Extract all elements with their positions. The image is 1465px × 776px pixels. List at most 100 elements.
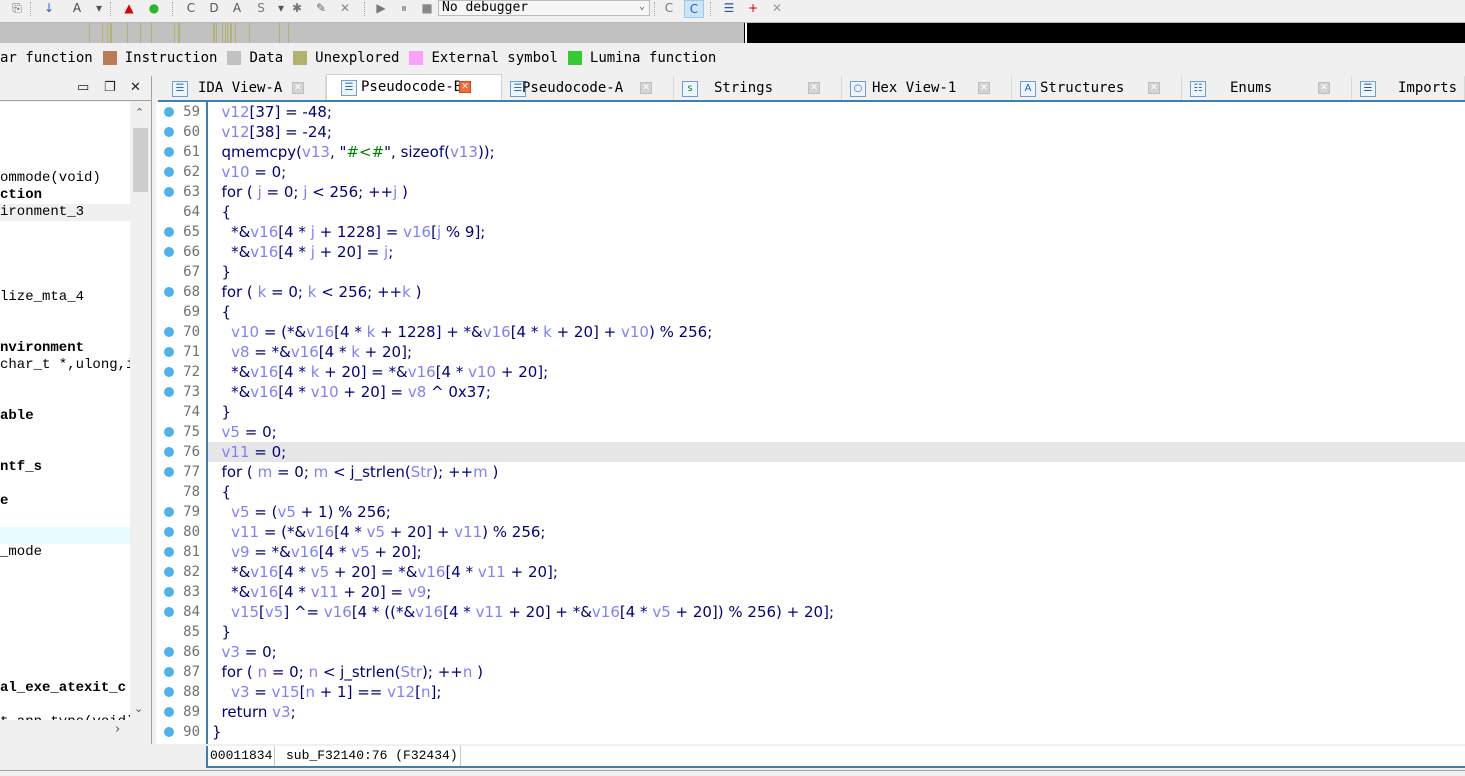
tab-pseudocode-b[interactable]: ☰ Pseudocode-B ✕ — [326, 74, 502, 100]
tab-close-icon[interactable]: ✕ — [292, 82, 304, 94]
function-list-item[interactable]: able — [0, 408, 130, 425]
function-list-item[interactable]: ommode(void) — [0, 170, 130, 187]
code-line[interactable]: *&v16[4 * v5 + 20] = *&v16[4 * v11 + 20]… — [208, 562, 1465, 582]
rename-icon[interactable]: ✎ — [312, 0, 330, 16]
breakpoint-dot-icon[interactable] — [164, 287, 174, 297]
code-line[interactable]: *&v16[4 * j + 1228] = v16[j % 9]; — [208, 222, 1465, 242]
tab-pseudocode-a[interactable]: ☰ Pseudocode-A ✕ — [502, 76, 674, 100]
pseudocode-editor[interactable]: v12[37] = -48; v12[38] = -24; qmemcpy(v1… — [206, 102, 1465, 744]
function-list-item[interactable]: ction — [0, 187, 130, 204]
maximize-icon[interactable]: ▭ — [77, 80, 89, 95]
functions-horizontal-scrollbar[interactable]: › — [0, 720, 130, 742]
breakpoint-dot-icon[interactable] — [164, 527, 174, 537]
warning-icon[interactable]: ▲ — [120, 0, 138, 16]
code-line[interactable]: for ( j = 0; j < 256; ++j ) — [208, 182, 1465, 202]
undefine-icon[interactable]: ✕ — [336, 0, 354, 16]
code-line[interactable]: { — [208, 302, 1465, 322]
code-line[interactable]: { — [208, 482, 1465, 502]
code-line[interactable]: qmemcpy(v13, "#<#", sizeof(v13)); — [208, 142, 1465, 162]
code-line[interactable]: *&v16[4 * v10 + 20] = v8 ^ 0x37; — [208, 382, 1465, 402]
function-list-item[interactable]: e — [0, 493, 130, 510]
breakpoint-dot-icon[interactable] — [164, 247, 174, 257]
tab-structures[interactable]: A Structures ✕ — [1012, 76, 1182, 100]
code-line[interactable]: v12[38] = -24; — [208, 122, 1465, 142]
function-list-item[interactable]: ironment_3 — [0, 204, 130, 221]
navigation-cursor[interactable] — [745, 23, 747, 43]
breakpoint-dot-icon[interactable] — [164, 167, 174, 177]
breakpoint-dot-icon[interactable] — [164, 467, 174, 477]
tab-close-icon[interactable]: ✕ — [640, 82, 652, 94]
scroll-right-icon[interactable]: › — [115, 722, 120, 737]
code-line[interactable]: } — [208, 402, 1465, 422]
add-breakpoint-icon[interactable]: + — [744, 0, 762, 16]
breakpoint-list-icon[interactable]: ☰ — [720, 0, 738, 16]
tab-ida-view-a[interactable]: ☰ IDA View-A ✕ — [164, 76, 326, 100]
function-list-item[interactable]: al_exe_atexit_c — [0, 680, 130, 697]
functions-vertical-scrollbar[interactable]: ⌃ ⌄ — [130, 102, 150, 720]
breakpoint-dot-icon[interactable] — [164, 347, 174, 357]
breakpoint-dot-icon[interactable] — [164, 607, 174, 617]
breakpoint-dot-icon[interactable] — [164, 127, 174, 137]
chevron-down-icon[interactable]: ⌄ — [639, 0, 645, 14]
code-line[interactable]: v5 = 0; — [208, 422, 1465, 442]
decompile-icon[interactable]: C — [660, 0, 678, 16]
make-code-icon[interactable]: C — [182, 0, 200, 16]
debugger-select[interactable]: No debugger ⌄ — [438, 0, 650, 16]
run-green-icon[interactable]: ● — [145, 0, 163, 16]
breakpoint-dot-icon[interactable] — [164, 587, 174, 597]
breakpoint-dot-icon[interactable] — [164, 147, 174, 157]
code-line[interactable]: } — [208, 262, 1465, 282]
tab-enums[interactable]: ☷ Enums ✕ — [1182, 76, 1352, 100]
function-list-item[interactable]: _mode — [0, 544, 130, 561]
scroll-down-icon[interactable]: ⌄ — [134, 702, 143, 715]
code-line[interactable]: v10 = (*&v16[4 * k + 1228] + *&v16[4 * k… — [208, 322, 1465, 342]
code-line[interactable]: v10 = 0; — [208, 162, 1465, 182]
breakpoint-dot-icon[interactable] — [164, 667, 174, 677]
breakpoint-dot-icon[interactable] — [164, 447, 174, 457]
make-string-icon[interactable]: A — [228, 0, 246, 16]
breakpoint-dot-icon[interactable] — [164, 367, 174, 377]
breakpoint-dot-icon[interactable] — [164, 707, 174, 717]
breakpoint-dot-icon[interactable] — [164, 687, 174, 697]
code-line[interactable]: v5 = (v5 + 1) % 256; — [208, 502, 1465, 522]
font-icon[interactable]: A — [68, 0, 86, 16]
code-line[interactable]: { — [208, 202, 1465, 222]
code-line[interactable]: for ( m = 0; m < j_strlen(Str); ++m ) — [208, 462, 1465, 482]
code-line[interactable]: } — [208, 722, 1465, 742]
function-list-item[interactable]: ntf_s — [0, 459, 130, 476]
code-line[interactable]: v8 = *&v16[4 * k + 20]; — [208, 342, 1465, 362]
tab-imports[interactable]: ☰ Imports — [1352, 76, 1465, 100]
function-list-item-selected[interactable] — [0, 527, 130, 544]
breakpoint-dot-icon[interactable] — [164, 107, 174, 117]
code-line[interactable]: v12[37] = -48; — [208, 102, 1465, 122]
tab-close-icon[interactable]: ✕ — [1318, 82, 1330, 94]
breakpoint-dot-icon[interactable] — [164, 327, 174, 337]
navigation-band[interactable] — [0, 22, 1465, 43]
tab-close-icon[interactable]: ✕ — [808, 82, 820, 94]
code-line[interactable]: *&v16[4 * j + 20] = j; — [208, 242, 1465, 262]
code-line[interactable]: v11 = 0; — [208, 442, 1465, 462]
dropdown-arrow-icon[interactable]: ▾ — [90, 0, 108, 16]
breakpoint-dot-icon[interactable] — [164, 547, 174, 557]
breakpoint-dot-icon[interactable] — [164, 227, 174, 237]
restore-icon[interactable]: ❐ — [104, 80, 116, 95]
tab-hex-view-1[interactable]: ○ Hex View-1 ✕ — [842, 76, 1012, 100]
make-array-icon[interactable]: ✱ — [288, 0, 306, 16]
function-list-item[interactable]: char_t *,ulong,i — [0, 357, 130, 374]
pause-icon[interactable]: ⏸ — [395, 0, 413, 16]
breakpoint-dot-icon[interactable] — [164, 647, 174, 657]
breakpoint-dot-icon[interactable] — [164, 187, 174, 197]
breakpoint-dot-icon[interactable] — [164, 427, 174, 437]
start-debug-icon[interactable]: ▶ — [372, 0, 390, 16]
code-line[interactable]: v3 = v15[n + 1] == v12[n]; — [208, 682, 1465, 702]
tab-close-icon[interactable]: ✕ — [978, 82, 990, 94]
breakpoint-dot-icon[interactable] — [164, 727, 174, 737]
close-icon[interactable]: ✕ — [130, 80, 141, 95]
tab-close-icon[interactable]: ✕ — [459, 81, 471, 93]
jump-down-icon[interactable]: ↓ — [40, 0, 58, 16]
scrollbar-thumb[interactable] — [133, 128, 148, 192]
code-line[interactable]: v11 = (*&v16[4 * v5 + 20] + v11) % 256; — [208, 522, 1465, 542]
code-line[interactable]: *&v16[4 * k + 20] = *&v16[4 * v10 + 20]; — [208, 362, 1465, 382]
code-line[interactable]: *&v16[4 * v11 + 20] = v9; — [208, 582, 1465, 602]
code-line[interactable]: v3 = 0; — [208, 642, 1465, 662]
